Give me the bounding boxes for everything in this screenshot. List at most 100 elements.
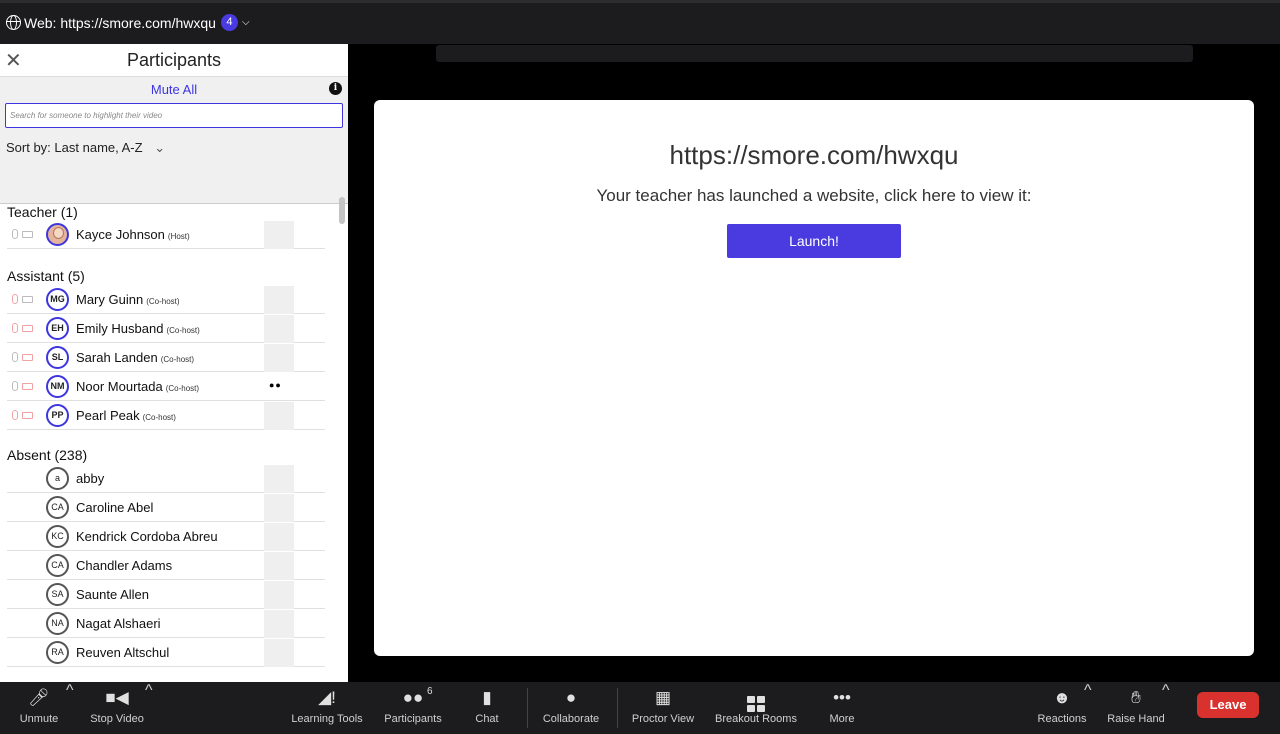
participant-list[interactable]: Teacher (1) Kayce Johnson (Host) Assistan… [0, 171, 348, 682]
camera-off-icon[interactable] [22, 383, 33, 390]
sort-label: Sort by: [6, 140, 51, 155]
sort-dropdown[interactable]: Sort by: Last name, A-Z ⌄ [6, 140, 165, 156]
raise-hand-options-caret[interactable]: ^ [1162, 682, 1170, 734]
learning-tools-button[interactable]: ◢! Learning Tools [286, 682, 368, 734]
participants-panel: ✕ Participants Mute All i Search for som… [0, 44, 348, 682]
avatar [46, 223, 69, 246]
toolbar-divider [617, 688, 618, 728]
reactions-options-caret[interactable]: ^ [1084, 682, 1092, 734]
mic-muted-icon[interactable] [12, 294, 18, 304]
group-label-teacher: Teacher (1) [7, 204, 78, 220]
breakout-rooms-button[interactable]: Breakout Rooms [710, 682, 802, 734]
participant-row[interactable]: SL Sarah Landen (Co-host) [7, 344, 325, 372]
participants-button[interactable]: ●● 6 Participants [380, 682, 446, 734]
learning-tools-icon: ◢! [318, 688, 336, 707]
info-icon[interactable]: i [329, 82, 342, 95]
participant-row[interactable]: MG Mary Guinn (Co-host) [7, 286, 325, 314]
camera-off-icon[interactable] [22, 412, 33, 419]
camera-off-icon[interactable] [22, 325, 33, 332]
unmute-button[interactable]: 🎤︎ Unmute [10, 682, 68, 734]
group-label-assistant: Assistant (5) [7, 268, 85, 284]
stop-video-button[interactable]: ■◀ Stop Video [84, 682, 150, 734]
chevron-down-icon[interactable]: ⌵ [242, 17, 250, 28]
avatar: MG [46, 288, 69, 311]
participant-row[interactable]: a abby [7, 465, 325, 493]
audio-options-caret[interactable]: ^ [66, 682, 74, 734]
raise-hand-button[interactable]: ✋︎ Raise Hand [1104, 682, 1168, 734]
participant-extra-cell [264, 610, 294, 638]
panel-title: Participants [126, 50, 222, 70]
hand-icon: ✋︎ [1131, 688, 1141, 707]
participant-name: Mary Guinn (Co-host) [76, 292, 180, 307]
website-share-label: Web: https://smore.com/hwxqu [24, 14, 216, 31]
mic-muted-icon[interactable] [12, 323, 18, 333]
launch-button[interactable]: Launch! [727, 224, 901, 258]
participant-name: Caroline Abel [76, 500, 154, 515]
participant-name: Nagat Alshaeri [76, 616, 161, 631]
mic-icon[interactable] [12, 229, 18, 239]
participant-extra-cell [264, 344, 294, 372]
avatar: NM [46, 375, 69, 398]
participant-extra-cell [264, 402, 294, 430]
camera-icon[interactable] [22, 296, 33, 303]
collaborate-button[interactable]: ● Collaborate [538, 682, 604, 734]
chat-button[interactable]: ▮ Chat [466, 682, 508, 734]
participant-row[interactable]: Kayce Johnson (Host) [7, 221, 325, 249]
participant-name: Reuven Altschul [76, 645, 170, 660]
mute-all-button[interactable]: Mute All [0, 82, 348, 97]
scrollbar-thumb[interactable] [339, 197, 345, 224]
participant-row[interactable]: KC Kendrick Cordoba Abreu [7, 523, 325, 551]
stage-top-bar [436, 45, 1193, 62]
avatar: a [46, 467, 69, 490]
leave-button[interactable]: Leave [1197, 692, 1259, 718]
participant-row[interactable]: PP Pearl Peak (Co-host) [7, 402, 325, 430]
eyes-icon: ●● [269, 380, 282, 390]
video-options-caret[interactable]: ^ [145, 682, 153, 734]
avatar: SA [46, 583, 69, 606]
participant-name: Noor Mourtada (Co-host) [76, 379, 200, 394]
avatar: RA [46, 641, 69, 664]
reactions-button[interactable]: ☻ Reactions [1034, 682, 1090, 734]
mic-muted-icon[interactable] [12, 410, 18, 420]
participant-row[interactable]: NM Noor Mourtada (Co-host) ●● [7, 373, 325, 401]
mic-icon[interactable] [12, 352, 18, 362]
sort-value: Last name, A-Z [54, 140, 143, 155]
participant-row[interactable]: CA Chandler Adams [7, 552, 325, 580]
participant-row[interactable]: NA Nagat Alshaeri [7, 610, 325, 638]
participant-extra-cell [264, 523, 294, 551]
close-icon[interactable]: ✕ [5, 48, 22, 73]
panel-header: ✕ Participants [0, 44, 348, 77]
search-input[interactable]: Search for someone to highlight their vi… [5, 103, 343, 128]
more-button[interactable]: ••• More [822, 682, 862, 734]
participant-name: Saunte Allen [76, 587, 150, 602]
participant-name: Chandler Adams [76, 558, 173, 573]
launch-message: Your teacher has launched a website, cli… [596, 186, 1032, 205]
proctor-view-button[interactable]: ▦ Proctor View [628, 682, 698, 734]
participant-extra-cell [264, 465, 294, 493]
globe-icon [6, 15, 21, 30]
avatar: CA [46, 496, 69, 519]
main-stage: https://smore.com/hwxqu Your teacher has… [348, 44, 1280, 682]
participant-extra-cell [264, 581, 294, 609]
ellipsis-icon: ••• [833, 688, 851, 707]
mic-icon[interactable] [12, 381, 18, 391]
bottom-toolbar: 🎤︎ Unmute ^ ■◀ Stop Video ^ ◢! Learning … [0, 682, 1280, 734]
grid-icon [747, 689, 765, 712]
participant-row[interactable]: SA Saunte Allen [7, 581, 325, 609]
participant-extra-cell [264, 286, 294, 314]
avatar: KC [46, 525, 69, 548]
scrollbar[interactable] [335, 191, 348, 682]
participant-extra-cell [264, 494, 294, 522]
camera-off-icon[interactable] [22, 354, 33, 361]
chevron-down-icon: ⌄ [154, 140, 166, 155]
proctor-view-icon: ▦ [654, 688, 672, 707]
camera-icon[interactable] [22, 231, 33, 238]
website-share-tab[interactable]: Web: https://smore.com/hwxqu 4 ⌵ [6, 14, 250, 31]
participant-extra-cell [264, 221, 294, 249]
participant-row[interactable]: EH Emily Husband (Co-host) [7, 315, 325, 343]
website-url: https://smore.com/hwxqu [669, 140, 959, 170]
participant-row[interactable]: CA Caroline Abel [7, 494, 325, 522]
avatar: CA [46, 554, 69, 577]
participant-name: Kendrick Cordoba Abreu [76, 529, 218, 544]
participant-row[interactable]: RA Reuven Altschul [7, 639, 325, 667]
